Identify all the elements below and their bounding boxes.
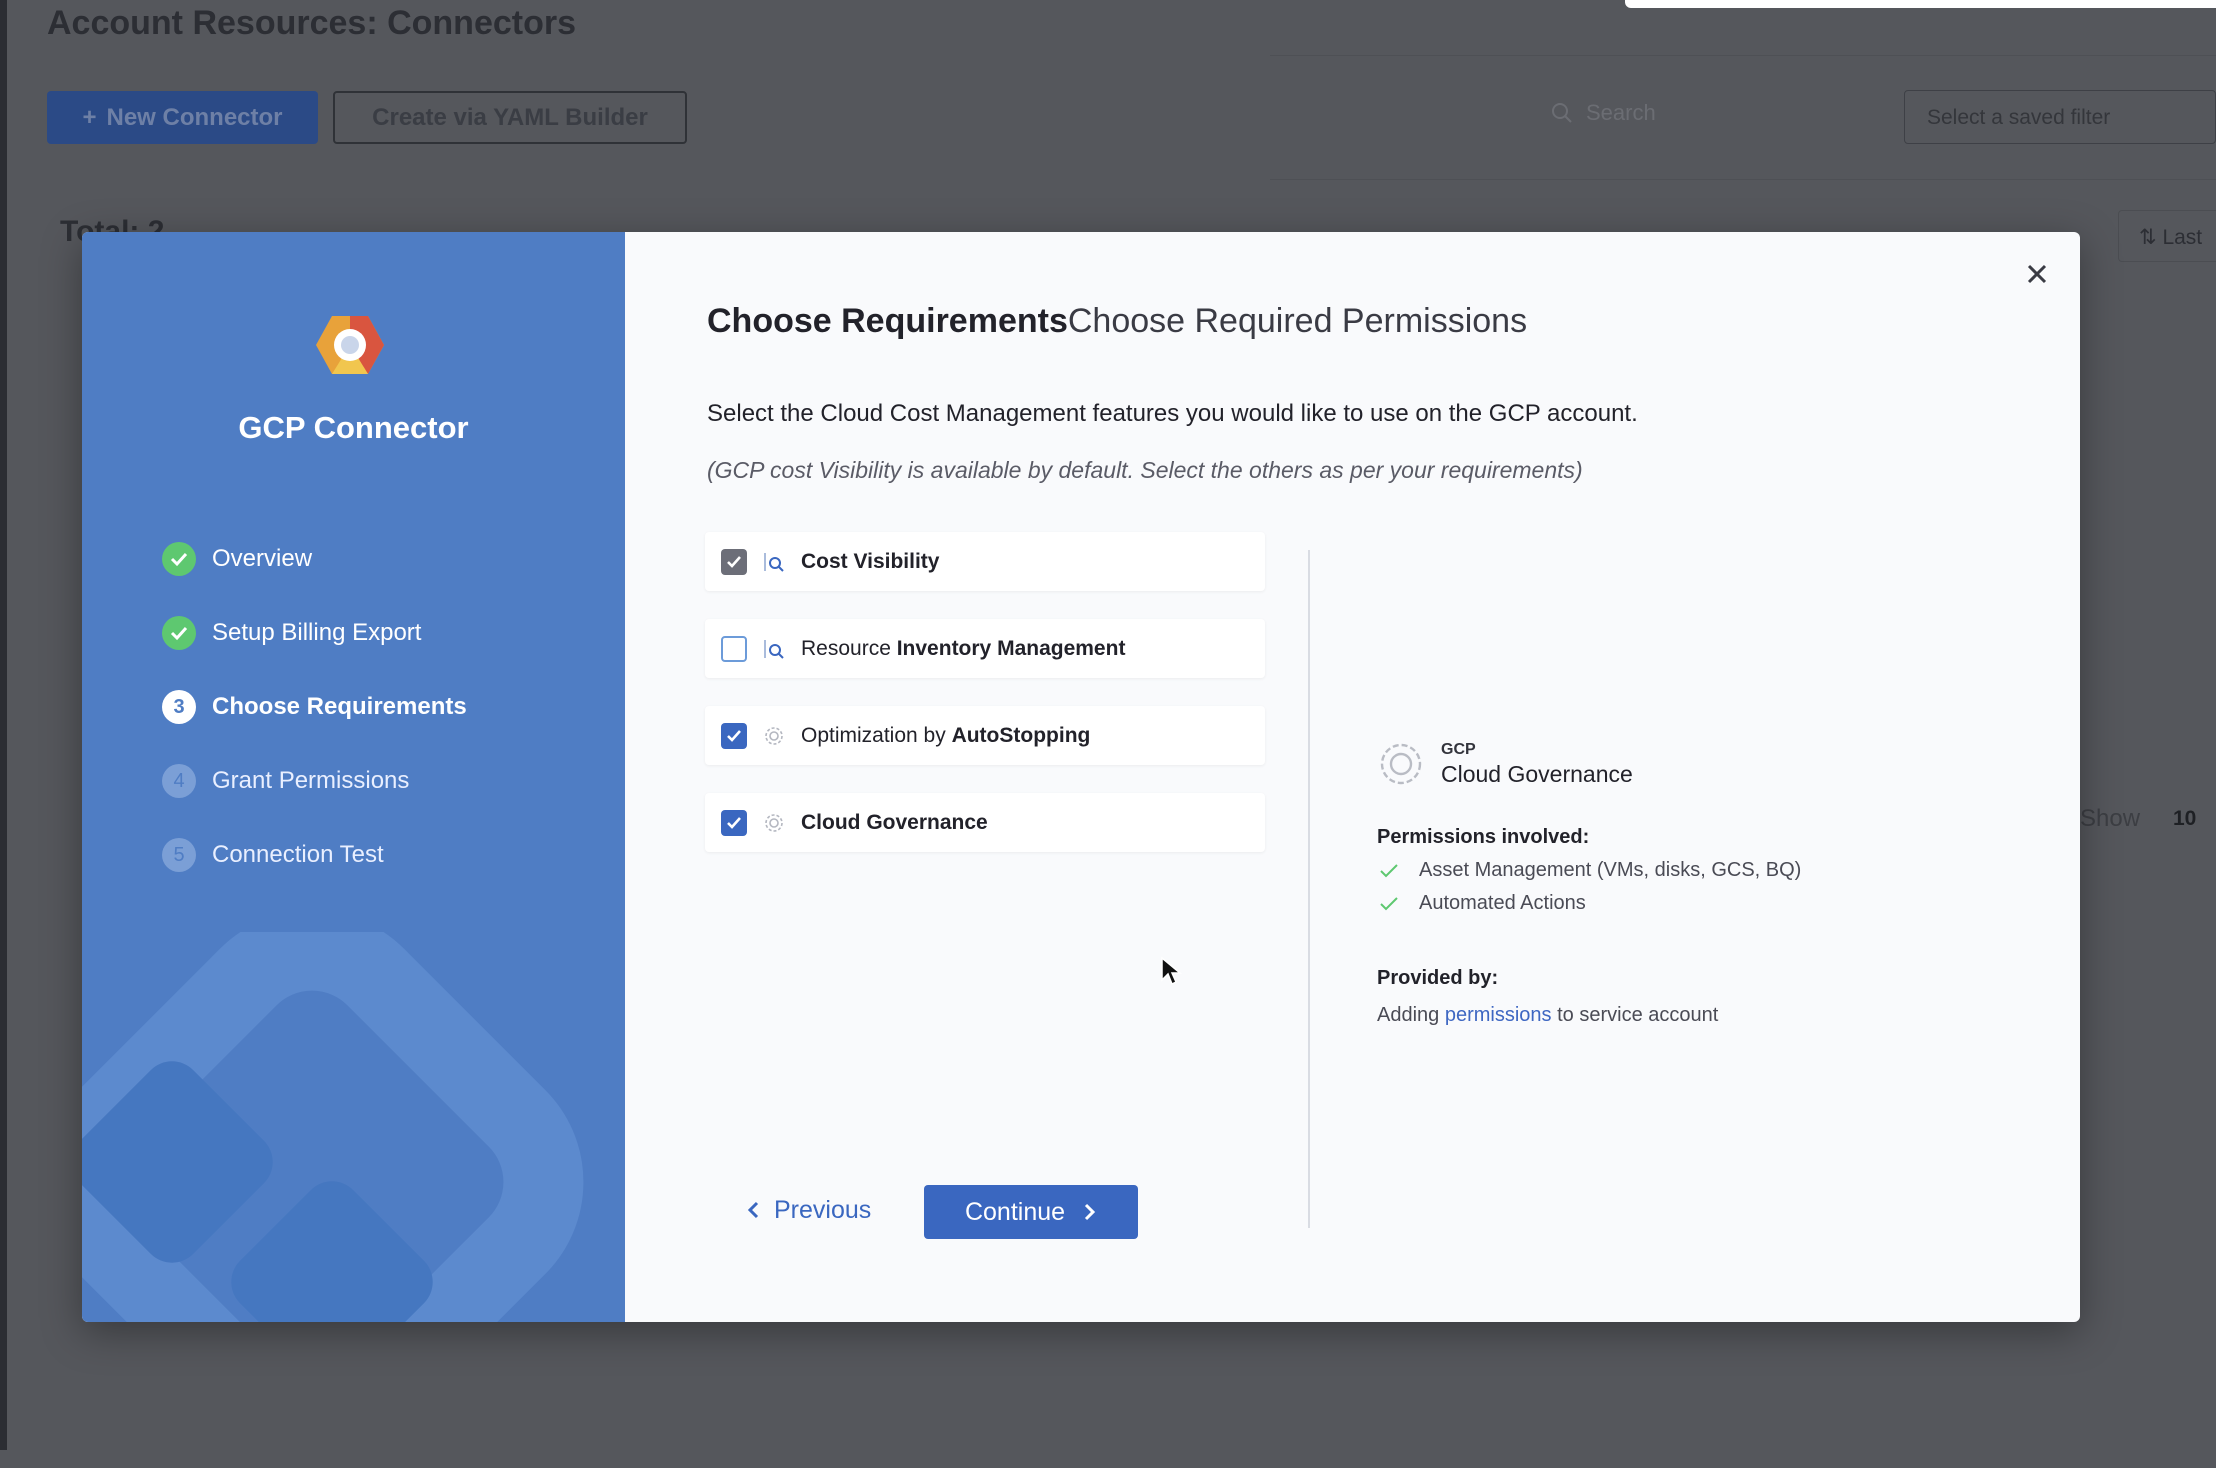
left-nav-bar <box>0 0 7 1450</box>
step-choose-requirements[interactable]: 3 Choose Requirements <box>162 670 467 744</box>
heading-strong: Choose Requirements <box>707 302 1068 340</box>
previous-label: Previous <box>774 1195 872 1224</box>
detail-name: Cloud Governance <box>1441 760 1633 787</box>
previous-button[interactable]: Previous <box>746 1184 871 1236</box>
feature-label: Cloud Governance <box>801 810 988 834</box>
yaml-builder-button[interactable]: Create via YAML Builder <box>333 91 687 144</box>
checkbox-checked[interactable] <box>721 548 747 575</box>
step-grant-permissions[interactable]: 4 Grant Permissions <box>162 744 467 818</box>
step-label: Choose Requirements <box>212 693 467 720</box>
check-circle-icon <box>162 616 196 650</box>
heading-thin: Choose Required Permissions <box>1067 302 1528 340</box>
search-box[interactable]: Search <box>1550 100 1656 126</box>
feature-label: Optimization by AutoStopping <box>801 723 1091 747</box>
step-setup-billing-export[interactable]: Setup Billing Export <box>162 596 467 670</box>
show-label: Show <box>2080 805 2141 832</box>
feature-autostopping[interactable]: Optimization by AutoStopping <box>705 706 1265 765</box>
step-number-icon: 5 <box>162 838 196 872</box>
wizard-steps: Overview Setup Billing Export 3 Choose R… <box>162 522 467 892</box>
step-number-icon: 4 <box>162 764 196 798</box>
saved-filter-select[interactable]: Select a saved filter <box>1904 90 2216 144</box>
chevron-right-icon <box>1084 1203 1096 1221</box>
continue-label: Continue <box>964 1197 1066 1226</box>
plus-icon: + <box>82 103 97 131</box>
check-icon <box>1380 863 1398 877</box>
step-label: Overview <box>212 545 313 572</box>
top-popover-edge <box>1625 0 2216 8</box>
gear-icon <box>1380 743 1422 785</box>
provided-by-title: Provided by: <box>1377 967 1499 989</box>
page-size-select[interactable]: 10 <box>2173 807 2196 831</box>
feature-list: Cost Visibility Resource Inventory Manag… <box>705 532 1265 880</box>
step-label: Setup Billing Export <box>212 619 422 646</box>
gcp-logo-icon <box>316 316 384 374</box>
permission-item: Asset Management (VMs, disks, GCS, BQ) <box>1377 859 1801 882</box>
provided-by-text: Adding permissions to service account <box>1377 1004 1719 1026</box>
feature-detail-panel: GCP Cloud Governance Permissions involve… <box>1377 740 1801 1027</box>
step-overview[interactable]: Overview <box>162 522 467 596</box>
step-number-icon: 3 <box>162 690 196 724</box>
dialog-heading: Choose RequirementsChoose Required Permi… <box>707 302 1527 341</box>
chevron-left-icon <box>747 1201 759 1219</box>
detail-provider: GCP <box>1441 740 1476 758</box>
step-label: Grant Permissions <box>212 767 410 794</box>
connector-wizard-dialog: GCP Connector Overview Setup Billing Exp… <box>82 232 2080 1322</box>
dialog-description: Select the Cloud Cost Management feature… <box>707 400 1638 427</box>
checkbox-checked[interactable] <box>721 809 747 836</box>
step-label: Connection Test <box>212 841 384 868</box>
feature-resource-inventory[interactable]: Resource Inventory Management <box>705 619 1265 678</box>
check-icon <box>1380 896 1398 910</box>
checkbox-unchecked[interactable] <box>721 635 747 662</box>
page-title: Account Resources: Connectors <box>47 4 576 42</box>
search-placeholder: Search <box>1586 100 1656 125</box>
wizard-sidebar: GCP Connector Overview Setup Billing Exp… <box>82 232 625 1322</box>
permission-item: Automated Actions <box>1377 892 1801 915</box>
sort-dropdown[interactable]: ⇅ Last <box>2118 210 2216 262</box>
permissions-title: Permissions involved: <box>1377 826 1590 848</box>
feature-cost-visibility[interactable]: Cost Visibility <box>705 532 1265 591</box>
vertical-divider <box>1308 550 1310 1228</box>
decorative-pattern-icon <box>82 932 584 1322</box>
checkbox-checked[interactable] <box>721 722 747 749</box>
new-connector-label: New Connector <box>106 103 283 131</box>
sort-label: Last <box>2162 226 2203 249</box>
feature-label: Resource Inventory Management <box>801 636 1126 660</box>
wizard-title: GCP Connector <box>238 410 469 445</box>
dialog-note: (GCP cost Visibility is available by def… <box>707 457 1583 483</box>
mouse-cursor-icon <box>1161 956 1182 986</box>
permissions-link[interactable]: permissions <box>1445 1004 1552 1026</box>
gear-icon <box>761 810 787 836</box>
new-connector-button[interactable]: + New Connector <box>47 91 318 144</box>
check-circle-icon <box>162 542 196 576</box>
feature-cloud-governance[interactable]: Cloud Governance <box>705 793 1265 852</box>
step-connection-test[interactable]: 5 Connection Test <box>162 818 467 892</box>
close-icon <box>2027 264 2047 284</box>
close-button[interactable] <box>2015 252 2059 296</box>
search-icon <box>761 549 787 575</box>
search-icon <box>1552 103 1572 123</box>
continue-button[interactable]: Continue <box>924 1185 1138 1239</box>
search-icon <box>761 636 787 662</box>
gear-icon <box>761 723 787 749</box>
detail-header: GCP Cloud Governance <box>1377 740 1801 788</box>
feature-label: Cost Visibility <box>801 549 940 573</box>
